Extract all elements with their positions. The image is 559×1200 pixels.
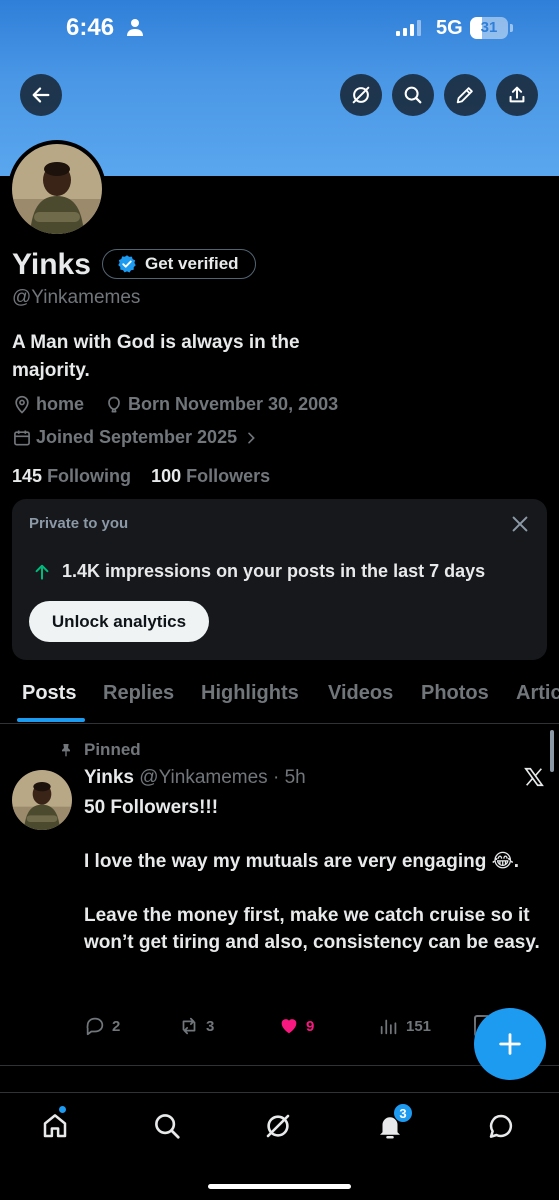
pinned-label: Pinned xyxy=(84,740,141,759)
views-button[interactable]: 151 xyxy=(378,1015,431,1037)
profile-location: home xyxy=(36,394,85,414)
back-button[interactable] xyxy=(20,74,62,116)
nav-notifications[interactable]: 3 xyxy=(375,1103,413,1145)
arrow-left-icon xyxy=(32,87,50,103)
tab-videos[interactable]: Videos xyxy=(328,682,393,705)
home-unread-dot xyxy=(58,1105,67,1114)
post-line: I love the way my mutuals are very engag… xyxy=(84,851,520,872)
following-count: 145 xyxy=(12,466,43,486)
chevron-right-icon xyxy=(248,432,255,443)
grok-button[interactable] xyxy=(340,74,382,116)
grok-icon xyxy=(352,86,370,104)
grok-icon xyxy=(266,1114,290,1138)
status-time: 6:46 xyxy=(66,14,115,41)
card-title: Private to you xyxy=(29,515,129,532)
like-button[interactable]: 9 xyxy=(278,1015,314,1037)
home-indicator[interactable] xyxy=(208,1184,351,1189)
home-icon xyxy=(43,1114,67,1138)
share-button[interactable] xyxy=(496,74,538,116)
profile-joined-row[interactable]: Joined September 2025 xyxy=(12,427,263,448)
avatar-photo xyxy=(12,770,72,830)
followers-count: 100 xyxy=(151,466,182,486)
nav-search[interactable] xyxy=(152,1111,186,1145)
repost-icon xyxy=(182,1017,196,1035)
reply-button[interactable]: 2 xyxy=(84,1015,120,1037)
active-tab-indicator xyxy=(17,718,85,722)
analytics-icon xyxy=(380,1019,397,1035)
reply-icon xyxy=(86,1017,104,1036)
post-header: Yinks @Yinkamemes · 5h xyxy=(84,767,306,789)
like-count: 9 xyxy=(306,1017,315,1035)
compose-button[interactable] xyxy=(474,1008,546,1080)
repost-button[interactable]: 3 xyxy=(178,1015,214,1037)
plus-icon xyxy=(499,1033,521,1055)
x-logo-icon xyxy=(524,767,544,787)
followers-link[interactable]: 100 Followers xyxy=(151,466,270,486)
profile-birthday: Born November 30, 2003 xyxy=(128,394,339,414)
battery-icon: 31 xyxy=(470,17,508,39)
tab-photos[interactable]: Photos xyxy=(421,682,489,705)
impressions-line: 1.4K impressions on your posts in the la… xyxy=(32,561,485,582)
balloon-icon xyxy=(108,396,120,412)
repost-count: 3 xyxy=(206,1017,215,1035)
post-avatar[interactable] xyxy=(12,770,72,830)
unlock-analytics-button[interactable]: Unlock analytics xyxy=(29,601,209,642)
profile-avatar[interactable] xyxy=(8,140,106,238)
reply-count: 2 xyxy=(112,1017,121,1035)
search-icon xyxy=(155,1114,180,1139)
profile-meta-row: home Born November 30, 2003 xyxy=(12,394,338,415)
search-icon xyxy=(404,86,422,104)
get-verified-button[interactable]: Get verified xyxy=(102,249,256,279)
post-author[interactable]: Yinks xyxy=(84,767,134,788)
post-line xyxy=(84,875,554,902)
get-verified-label: Get verified xyxy=(145,254,239,273)
network-type: 5G xyxy=(436,17,463,39)
share-icon xyxy=(509,86,525,103)
tab-articles[interactable]: Articles xyxy=(516,682,559,705)
cellular-signal-icon xyxy=(396,20,421,36)
person-icon xyxy=(127,19,143,36)
profile-name: Yinks xyxy=(12,248,91,281)
post-line xyxy=(84,821,554,848)
impressions-text: 1.4K impressions on your posts in the la… xyxy=(62,561,486,581)
profile-handle: @Yinkamemes xyxy=(12,287,141,308)
scrollbar[interactable] xyxy=(550,730,554,772)
follow-stats: 145 Following 100 Followers xyxy=(12,466,270,487)
following-link[interactable]: 145 Following xyxy=(12,466,131,486)
pin-icon xyxy=(62,744,70,757)
pencil-icon xyxy=(456,87,473,104)
post-divider xyxy=(0,1065,559,1066)
profile-tabs: Posts Replies Highlights Videos Photos A… xyxy=(0,672,559,724)
search-button[interactable] xyxy=(392,74,434,116)
post-line: Leave the money first, make we catch cru… xyxy=(84,905,540,953)
pinned-label-row: Pinned xyxy=(58,740,141,760)
view-count: 151 xyxy=(406,1017,432,1035)
private-analytics-card: Private to you 1.4K impressions on your … xyxy=(12,499,547,660)
edit-button[interactable] xyxy=(444,74,486,116)
battery-level: 31 xyxy=(480,19,498,36)
notification-badge: 3 xyxy=(393,1103,413,1123)
location-pin-icon xyxy=(15,395,29,414)
tab-posts[interactable]: Posts xyxy=(22,682,76,705)
following-label: Following xyxy=(47,466,132,486)
heart-filled-icon xyxy=(281,1019,297,1034)
post-line: 50 Followers!!! xyxy=(84,797,219,818)
tab-highlights[interactable]: Highlights xyxy=(201,682,299,705)
arrow-up-icon xyxy=(35,564,49,580)
calendar-icon xyxy=(14,430,30,445)
verified-badge-icon xyxy=(118,255,136,273)
tab-replies[interactable]: Replies xyxy=(103,682,174,705)
close-icon[interactable] xyxy=(509,513,531,535)
chat-bubble-icon xyxy=(489,1114,513,1138)
nav-grok[interactable] xyxy=(263,1111,297,1145)
avatar-photo xyxy=(12,144,102,234)
battery-tip xyxy=(510,24,513,32)
nav-home[interactable] xyxy=(40,1105,74,1145)
profile-bio: A Man with God is always in the majority… xyxy=(12,332,300,381)
profile-joined: Joined September 2025 xyxy=(36,427,238,447)
followers-label: Followers xyxy=(186,466,271,486)
post-text[interactable]: 50 Followers!!! I love the way my mutual… xyxy=(84,794,554,956)
post-handle-time: @Yinkamemes · 5h xyxy=(139,767,306,788)
nav-messages[interactable] xyxy=(486,1111,520,1145)
